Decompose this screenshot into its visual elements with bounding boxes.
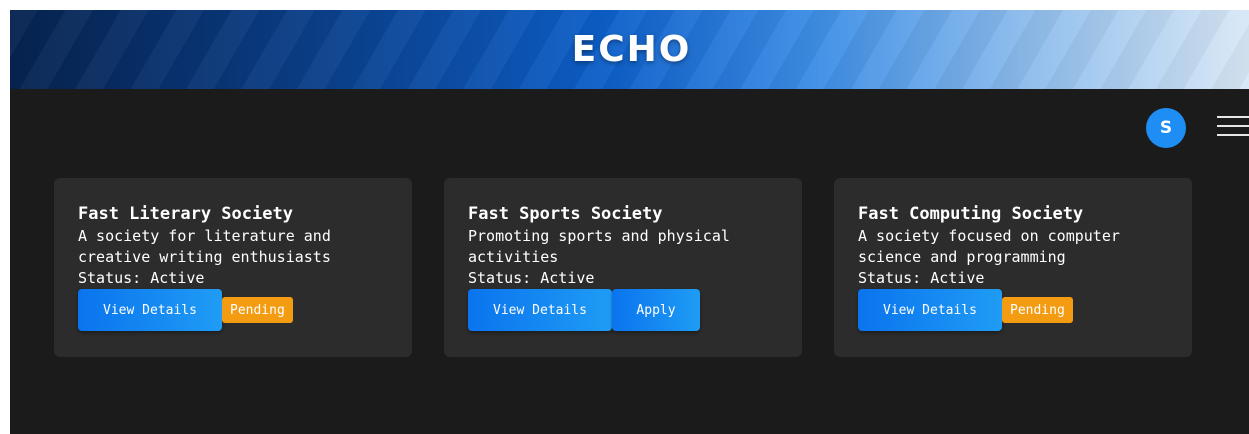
card-actions: View Details Pending bbox=[78, 289, 388, 331]
society-title: Fast Sports Society bbox=[468, 204, 663, 224]
society-card: Fast Sports Society Promoting sports and… bbox=[444, 178, 802, 357]
menu-line bbox=[1217, 125, 1249, 127]
app-frame: ECHO S Fast Literary Society A society f… bbox=[10, 10, 1249, 434]
view-details-button[interactable]: View Details bbox=[858, 289, 1002, 331]
card-actions: View Details Pending bbox=[858, 289, 1168, 331]
view-details-button[interactable]: View Details bbox=[468, 289, 612, 331]
society-status: Status: Active bbox=[858, 269, 985, 287]
pending-badge: Pending bbox=[222, 297, 293, 323]
menu-line bbox=[1217, 116, 1249, 118]
app-logo: ECHO bbox=[571, 29, 692, 70]
view-details-button[interactable]: View Details bbox=[78, 289, 222, 331]
apply-button[interactable]: Apply bbox=[612, 289, 700, 331]
hamburger-menu-icon[interactable] bbox=[1217, 113, 1249, 139]
society-status: Status: Active bbox=[468, 269, 595, 287]
society-title: Fast Computing Society bbox=[858, 204, 1084, 224]
society-card: Fast Literary Society A society for lite… bbox=[54, 178, 412, 357]
society-status: Status: Active bbox=[78, 269, 205, 287]
society-title: Fast Literary Society bbox=[78, 204, 293, 224]
card-actions: View Details Apply bbox=[468, 289, 778, 331]
society-description: A society for literature and creative wr… bbox=[78, 227, 331, 266]
society-description: Promoting sports and physical activities bbox=[468, 227, 730, 266]
user-avatar[interactable]: S bbox=[1146, 108, 1186, 148]
menu-line bbox=[1217, 134, 1249, 136]
pending-badge: Pending bbox=[1002, 297, 1073, 323]
app-header: ECHO bbox=[10, 10, 1249, 89]
society-card: Fast Computing Society A society focused… bbox=[834, 178, 1192, 357]
society-description: A society focused on computer science an… bbox=[858, 227, 1120, 266]
